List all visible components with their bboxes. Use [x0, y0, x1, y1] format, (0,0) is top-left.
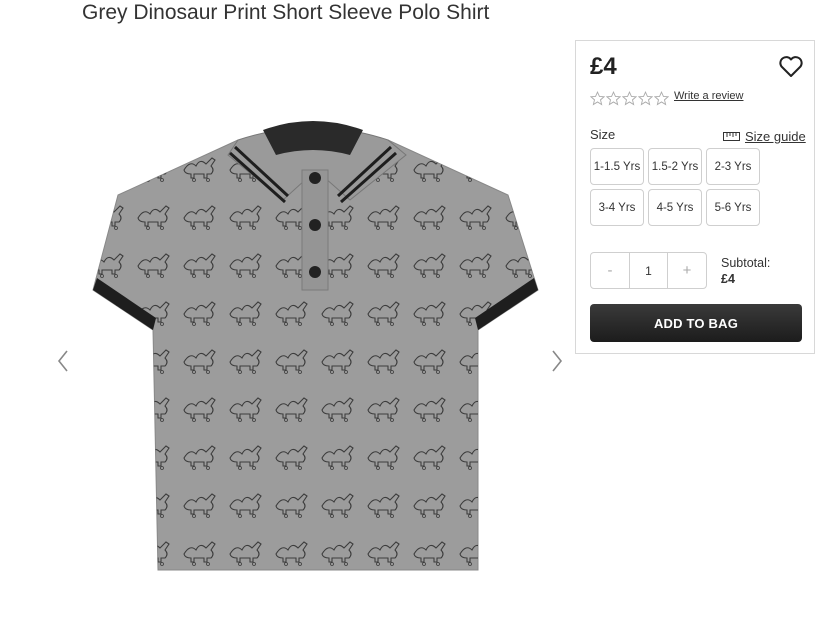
size-guide-link[interactable]: Size guide — [723, 129, 806, 144]
product-price: £4 — [590, 53, 617, 80]
subtotal-label: Subtotal: — [721, 256, 771, 270]
ruler-icon — [723, 132, 740, 141]
size-option[interactable]: 2-3 Yrs — [706, 148, 760, 185]
size-option[interactable]: 4-5 Yrs — [648, 189, 702, 226]
size-label: Size — [590, 127, 616, 142]
size-guide-label: Size guide — [745, 129, 806, 144]
star-icon — [606, 91, 621, 106]
write-review-link[interactable]: Write a review — [674, 90, 743, 102]
increase-quantity-button[interactable]: + — [668, 253, 706, 288]
previous-image-arrow-icon[interactable] — [52, 346, 76, 376]
star-icon — [654, 91, 669, 106]
purchase-panel: £4 Write a review Size Size guide 1-1.5 … — [575, 40, 815, 354]
wishlist-heart-icon[interactable] — [778, 55, 804, 79]
size-option[interactable]: 1.5-2 Yrs — [648, 148, 702, 185]
size-option[interactable]: 3-4 Yrs — [590, 189, 644, 226]
add-to-bag-button[interactable]: ADD TO BAG — [590, 304, 802, 342]
star-icon — [638, 91, 653, 106]
size-option[interactable]: 1-1.5 Yrs — [590, 148, 644, 185]
rating-stars — [590, 91, 669, 106]
subtotal-value: £4 — [721, 272, 735, 286]
quantity-stepper: - 1 + — [590, 252, 707, 289]
size-options: 1-1.5 Yrs 1.5-2 Yrs 2-3 Yrs 3-4 Yrs 4-5 … — [590, 148, 764, 226]
star-icon — [622, 91, 637, 106]
quantity-input[interactable]: 1 — [629, 253, 668, 288]
decrease-quantity-button[interactable]: - — [591, 253, 629, 288]
next-image-arrow-icon[interactable] — [545, 346, 569, 376]
subtotal: Subtotal: £4 — [721, 255, 770, 287]
star-icon — [590, 91, 605, 106]
product-title: Grey Dinosaur Print Short Sleeve Polo Sh… — [82, 1, 490, 24]
product-image — [88, 100, 543, 590]
size-option[interactable]: 5-6 Yrs — [706, 189, 760, 226]
